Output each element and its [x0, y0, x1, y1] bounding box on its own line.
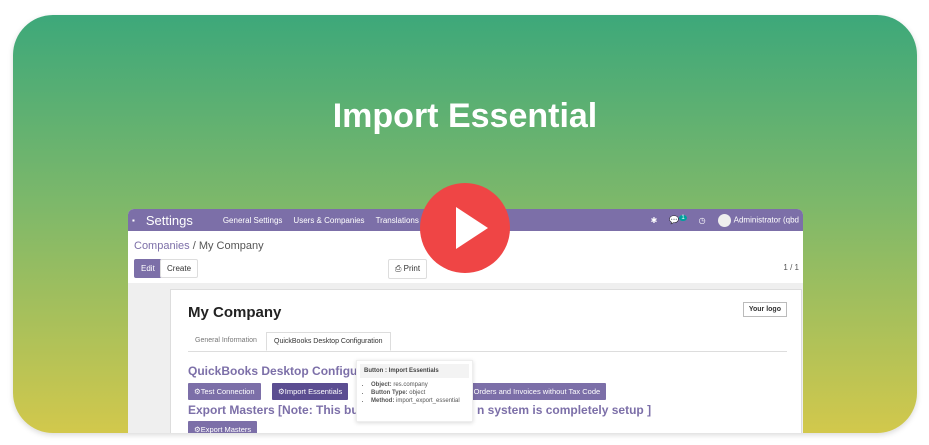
bug-icon[interactable]: ✱ — [651, 216, 658, 225]
chat-icon[interactable]: 💬 1 — [669, 215, 687, 225]
label: Test Connection — [200, 387, 255, 396]
clock-icon[interactable]: ◷ — [699, 216, 706, 225]
export-masters-button[interactable]: ⚙Export Masters — [188, 421, 258, 433]
banner-title: Import Essential — [332, 97, 598, 135]
tooltip-item: Object: res.company — [371, 382, 472, 388]
user-menu[interactable]: Administrator (qbd — [717, 213, 799, 227]
app-title[interactable]: Settings — [146, 213, 193, 228]
tab-quickbooks-config[interactable]: QuickBooks Desktop Configuration — [266, 332, 391, 351]
edit-button[interactable]: Edit — [134, 259, 162, 278]
section-qb-config: QuickBooks Desktop Configurat — [188, 364, 373, 378]
button-tooltip: Button : Import Essentials Object: res.c… — [356, 360, 473, 422]
apps-icon[interactable]: ▪ — [132, 216, 135, 225]
company-name: My Company — [188, 304, 282, 321]
menu-general-settings[interactable]: General Settings — [223, 216, 283, 225]
tooltip-item: Method: import_export_essential — [371, 398, 472, 404]
create-button[interactable]: Create — [160, 259, 199, 278]
menu-translations[interactable]: Translations — [376, 216, 419, 225]
print-icon: ⎙ — [395, 264, 404, 273]
label: Export Masters — [200, 425, 252, 433]
breadcrumb-current: My Company — [198, 240, 264, 252]
section-export-masters-tail: n system is completely setup ] — [477, 403, 652, 417]
pager: 1 / 1 — [783, 263, 799, 272]
menu-users-companies[interactable]: Users & Companies — [293, 216, 364, 225]
orders-invoices-button[interactable]: ck Orders and Invoices without Tax Code — [458, 383, 607, 400]
tabs: General Information QuickBooks Desktop C… — [188, 332, 787, 352]
chat-badge: 1 — [679, 215, 687, 222]
user-name: Administrator (qbd — [733, 215, 799, 225]
label: Import Essentials — [284, 387, 343, 396]
avatar — [717, 213, 731, 227]
import-essentials-button[interactable]: ⚙Import Essentials — [272, 383, 349, 400]
print-button[interactable]: ⎙ Print — [388, 259, 428, 279]
test-connection-button[interactable]: ⚙Test Connection — [188, 383, 261, 400]
play-video-button[interactable] — [420, 183, 510, 273]
tooltip-header: Button : Import Essentials — [360, 364, 469, 378]
form-sheet: My Company Your logo General Information… — [170, 289, 802, 433]
tab-general-information[interactable]: General Information — [188, 332, 264, 349]
print-label: Print — [403, 264, 421, 273]
tooltip-item: Button Type: object — [371, 390, 472, 396]
breadcrumb-companies[interactable]: Companies — [134, 240, 190, 252]
section-export-masters: Export Masters [Note: This butto — [188, 403, 375, 417]
your-logo-button[interactable]: Your logo — [742, 302, 787, 317]
breadcrumb: Companies / My Company — [134, 240, 264, 252]
